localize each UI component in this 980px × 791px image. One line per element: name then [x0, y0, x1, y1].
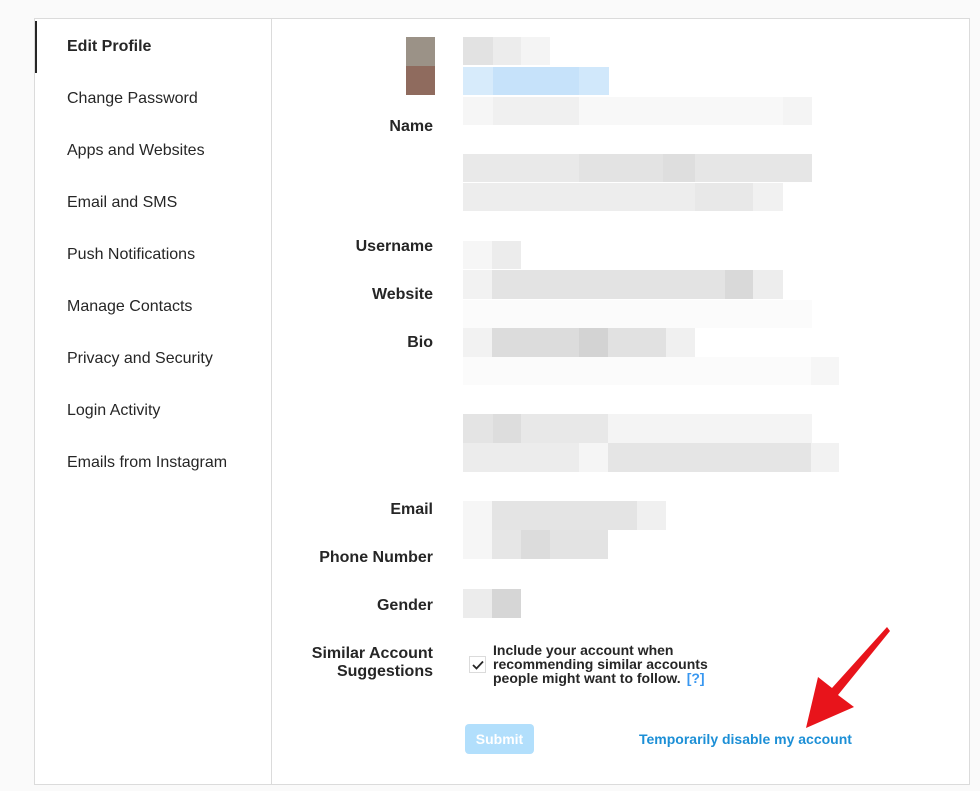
- email-label: Email: [390, 501, 433, 518]
- similar-accounts-help-link[interactable]: [?]: [687, 670, 705, 686]
- sidebar-item-apps-and-websites[interactable]: Apps and Websites: [35, 125, 271, 177]
- similar-accounts-checkbox[interactable]: [469, 656, 486, 673]
- bio-label: Bio: [407, 334, 433, 351]
- website-label: Website: [371, 286, 433, 303]
- sidebar-item-label: Apps and Websites: [67, 142, 205, 159]
- username-label: Username: [355, 238, 433, 255]
- website-input-redacted[interactable]: [463, 270, 783, 299]
- similar-accounts-label-line2: Suggestions: [336, 663, 433, 680]
- sidebar-item-edit-profile[interactable]: Edit Profile: [35, 21, 271, 73]
- sidebar-item-label: Change Password: [67, 90, 198, 107]
- bio-input-redacted-2: [463, 357, 839, 385]
- similar-accounts-label: Similar Account Suggestions: [312, 645, 433, 681]
- sidebar-item-label: Privacy and Security: [67, 350, 213, 367]
- sidebar-item-label: Emails from Instagram: [67, 454, 228, 471]
- sidebar-item-label: Edit Profile: [67, 38, 152, 55]
- settings-sidebar: Edit Profile Change Password Apps and We…: [35, 19, 272, 784]
- email-input-redacted[interactable]: [463, 501, 666, 530]
- sidebar-item-emails-from-instagram[interactable]: Emails from Instagram: [35, 437, 271, 489]
- phone-input-redacted[interactable]: [463, 530, 608, 559]
- similar-accounts-description: Include your account when recommending s…: [493, 643, 733, 685]
- name-help-text-redacted: [463, 154, 812, 182]
- sidebar-item-privacy-and-security[interactable]: Privacy and Security: [35, 333, 271, 385]
- similar-accounts-label-line1: Similar Account: [311, 645, 433, 662]
- sidebar-item-manage-contacts[interactable]: Manage Contacts: [35, 281, 271, 333]
- sidebar-item-label: Push Notifications: [67, 246, 196, 263]
- checkmark-icon: [471, 660, 484, 670]
- change-photo-link-redacted[interactable]: [463, 67, 609, 95]
- sidebar-item-login-activity[interactable]: Login Activity: [35, 385, 271, 437]
- submit-button[interactable]: Submit: [465, 724, 534, 754]
- gender-label: Gender: [376, 597, 433, 614]
- name-label: Name: [389, 118, 433, 135]
- website-underline-redacted: [463, 300, 812, 328]
- temporarily-disable-account-link[interactable]: Temporarily disable my account: [639, 731, 852, 747]
- personal-info-heading-redacted: [463, 414, 812, 443]
- sidebar-item-label: Manage Contacts: [67, 298, 193, 315]
- avatar[interactable]: [406, 37, 435, 95]
- username-input-redacted[interactable]: [463, 241, 521, 269]
- name-input-redacted[interactable]: [463, 97, 812, 125]
- phone-number-label: Phone Number: [319, 549, 433, 566]
- sidebar-item-label: Login Activity: [67, 402, 161, 419]
- similar-accounts-text: Include your account when recommending s…: [493, 642, 708, 686]
- sidebar-item-change-password[interactable]: Change Password: [35, 73, 271, 125]
- annotation-arrow-icon: [806, 627, 890, 728]
- sidebar-item-label: Email and SMS: [67, 194, 178, 211]
- name-help-text-redacted-2: [463, 183, 783, 211]
- gender-input-redacted[interactable]: [463, 589, 521, 618]
- sidebar-item-push-notifications[interactable]: Push Notifications: [35, 229, 271, 281]
- profile-username-redacted: [463, 37, 550, 65]
- sidebar-item-email-and-sms[interactable]: Email and SMS: [35, 177, 271, 229]
- personal-info-text-redacted: [463, 443, 839, 472]
- bio-input-redacted[interactable]: [463, 328, 695, 357]
